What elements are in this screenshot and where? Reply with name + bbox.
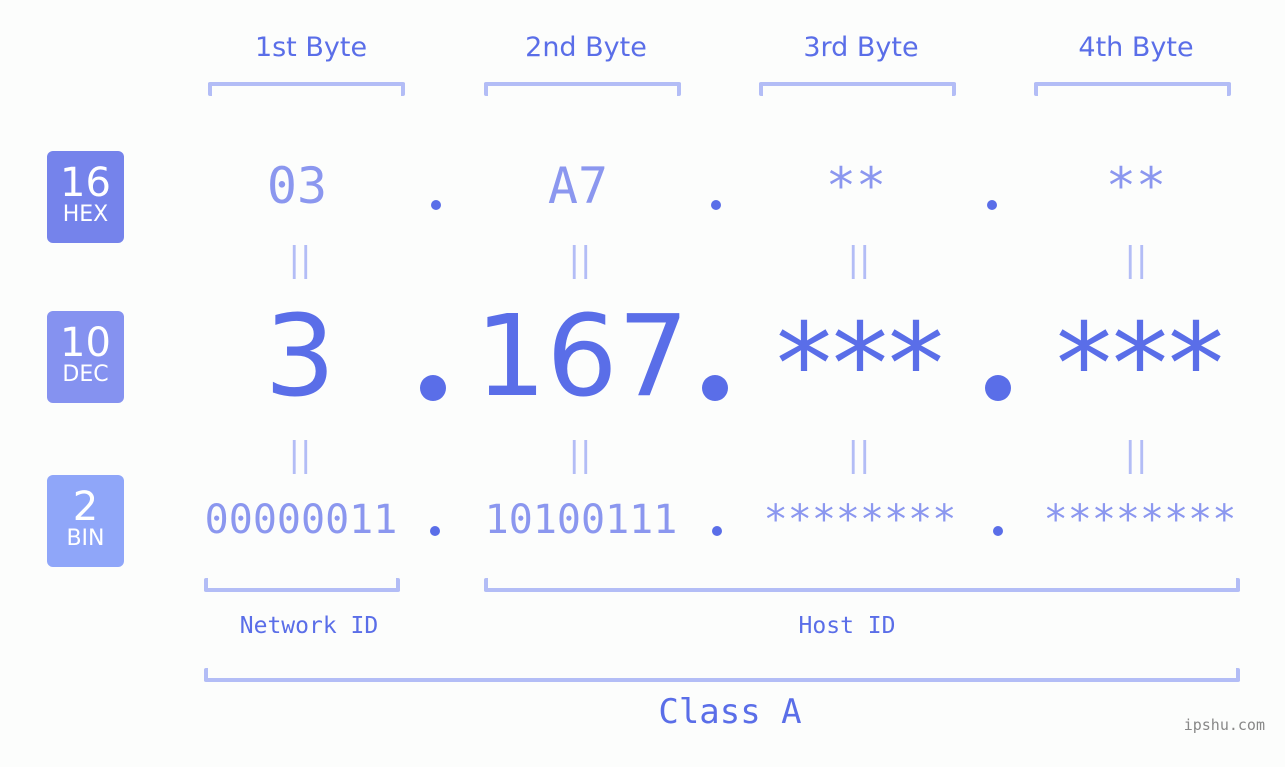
bin-badge-number: 2 (72, 484, 99, 530)
dec-dot-3 (985, 375, 1011, 401)
bin-value-1: 00000011 (204, 497, 398, 543)
byte-bracket-3 (759, 82, 956, 96)
dec-value-3: *** (776, 300, 944, 430)
class-label: Class A (658, 692, 802, 732)
dec-badge: 10 DEC (47, 311, 124, 403)
host-id-bracket (484, 578, 1240, 592)
hex-badge-label: HEX (62, 202, 109, 227)
byte-label-2: 2nd Byte (525, 32, 647, 63)
equals-hex-dec-3: || (847, 240, 871, 280)
equals-dec-bin-1: || (288, 435, 312, 475)
equals-hex-dec-4: || (1124, 240, 1148, 280)
dec-value-1: 3 (264, 292, 336, 422)
byte-bracket-2 (484, 82, 681, 96)
bin-value-2: 10100111 (484, 497, 678, 543)
bin-badge: 2 BIN (47, 475, 124, 567)
dec-dot-1 (420, 375, 446, 401)
bin-value-4: ******** (1043, 497, 1237, 543)
hex-value-3: ** (825, 157, 887, 215)
bin-dot-1 (430, 526, 440, 536)
dec-badge-label: DEC (62, 362, 109, 387)
bin-badge-label: BIN (66, 526, 105, 551)
host-id-label: Host ID (798, 613, 896, 639)
byte-label-1: 1st Byte (254, 32, 368, 63)
hex-value-2: A7 (547, 157, 609, 215)
equals-hex-dec-2: || (568, 240, 592, 280)
bin-dot-3 (993, 526, 1003, 536)
byte-label-3: 3rd Byte (803, 32, 919, 63)
hex-value-1: 03 (266, 157, 328, 215)
equals-hex-dec-1: || (288, 240, 312, 280)
bin-value-3: ******** (763, 497, 957, 543)
byte-label-4: 4th Byte (1078, 32, 1194, 63)
dec-dot-2 (702, 375, 728, 401)
network-id-label: Network ID (239, 613, 379, 639)
hex-dot-2 (711, 200, 721, 210)
hex-dot-3 (987, 200, 997, 210)
equals-dec-bin-3: || (847, 435, 871, 475)
bin-dot-2 (712, 526, 722, 536)
hex-value-4: ** (1105, 157, 1167, 215)
hex-badge: 16 HEX (47, 151, 124, 243)
hex-dot-1 (431, 200, 441, 210)
equals-dec-bin-4: || (1124, 435, 1148, 475)
network-id-bracket (204, 578, 400, 592)
dec-badge-number: 10 (60, 320, 111, 366)
site-watermark: ipshu.com (1183, 716, 1265, 734)
hex-badge-number: 16 (60, 160, 111, 206)
dec-value-2: 167 (475, 292, 689, 422)
dec-value-4: *** (1056, 300, 1224, 430)
class-bracket (204, 668, 1240, 682)
equals-dec-bin-2: || (568, 435, 592, 475)
byte-bracket-1 (208, 82, 405, 96)
byte-bracket-4 (1034, 82, 1231, 96)
